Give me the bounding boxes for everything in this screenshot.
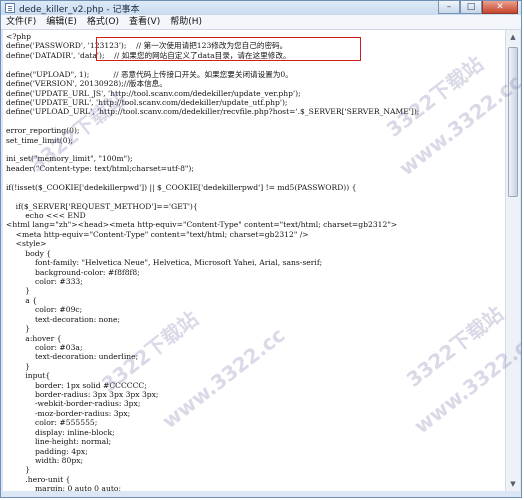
code-line: padding: 4px; bbox=[6, 446, 88, 456]
menu-bar: 文件(F) 编辑(E) 格式(O) 查看(V) 帮助(H) bbox=[1, 15, 521, 30]
code-line: -moz-border-radius: 3px; bbox=[6, 408, 131, 418]
code-line: background-color: #f8f8f8; bbox=[6, 267, 140, 277]
scroll-down-arrow-icon[interactable]: ▼ bbox=[506, 477, 520, 491]
notepad-window: dede_killer_v2.php - 记事本 – □ ✕ 文件(F) 编辑(… bbox=[0, 0, 522, 498]
code-line: margin: 0 auto 0 auto; bbox=[6, 484, 122, 491]
code-line: } bbox=[6, 324, 31, 334]
code-line: color: #333; bbox=[6, 276, 83, 286]
code-line: -webkit-border-radius: 3px; bbox=[6, 399, 141, 409]
menu-view[interactable]: 查看(V) bbox=[124, 15, 165, 29]
code-line: define('UPLOAD_URL', 'http://tool.scanv.… bbox=[6, 107, 420, 117]
code-line: ini_set("memory_limit", "100m"); bbox=[6, 154, 133, 164]
code-text: <?php define('PASSWORD', '123123'); // 第… bbox=[6, 32, 419, 491]
code-line: color: #555555; bbox=[6, 418, 98, 428]
notepad-icon bbox=[5, 3, 15, 13]
window-controls: – □ ✕ bbox=[438, 1, 518, 14]
code-line: if($_SERVER['REQUEST_METHOD']=='GET'){ bbox=[6, 201, 198, 211]
code-line: color: #03a; bbox=[6, 342, 83, 352]
code-line: body { bbox=[6, 248, 52, 258]
title-bar[interactable]: dede_killer_v2.php - 记事本 – □ ✕ bbox=[1, 1, 521, 15]
code-line: } bbox=[6, 361, 31, 371]
code-line: a:hover { bbox=[6, 333, 62, 343]
code-line: text-decoration: underline; bbox=[6, 352, 139, 362]
code-line: } bbox=[6, 286, 31, 296]
close-button[interactable]: ✕ bbox=[482, 1, 518, 14]
code-line: <style> bbox=[6, 239, 47, 249]
scroll-thumb[interactable] bbox=[508, 47, 518, 197]
vertical-scrollbar[interactable]: ▲ ▼ bbox=[505, 30, 520, 491]
code-line: echo <<< END bbox=[6, 211, 86, 221]
code-line: .hero-unit { bbox=[6, 474, 71, 484]
code-line: <meta http-equiv="Content-Type" content=… bbox=[6, 229, 309, 239]
code-line: line-height: normal; bbox=[6, 437, 112, 447]
maximize-button[interactable]: □ bbox=[460, 1, 482, 14]
code-line: } bbox=[6, 465, 31, 475]
code-line: width: 80px; bbox=[6, 455, 84, 465]
code-line: define("UPLOAD", 1); // 恶意代码上传接口开关。如果您要关… bbox=[6, 69, 293, 79]
menu-help[interactable]: 帮助(H) bbox=[165, 15, 207, 29]
code-line: border-radius: 3px 3px 3px 3px; bbox=[6, 390, 159, 400]
code-line: text-decoration: none; bbox=[6, 314, 121, 324]
code-line: set_time_limit(0); bbox=[6, 135, 74, 145]
code-line: a { bbox=[6, 295, 38, 305]
code-line: border: 1px solid #CCCCCC; bbox=[6, 380, 147, 390]
code-line: header("Content-type: text/html;charset=… bbox=[6, 163, 194, 173]
text-editor-area[interactable]: <?php define('PASSWORD', '123123'); // 第… bbox=[3, 30, 506, 491]
code-line: font-family: "Helvetica Neue", Helvetica… bbox=[6, 258, 323, 268]
code-line: display: inline-block; bbox=[6, 427, 115, 437]
scroll-up-arrow-icon[interactable]: ▲ bbox=[506, 30, 520, 44]
code-line: define('UPDATE_URL', 'http://tool.scanv.… bbox=[6, 97, 288, 107]
window-title: dede_killer_v2.php - 记事本 bbox=[19, 5, 140, 15]
code-line: if(!isset($_COOKIE['dedekillerpwd']) || … bbox=[6, 182, 357, 192]
code-line: input{ bbox=[6, 371, 51, 381]
menu-format[interactable]: 格式(O) bbox=[82, 15, 124, 29]
highlight-annotation-box bbox=[96, 37, 361, 61]
code-line: define('UPDATE_URL_JS', 'http://tool.sca… bbox=[6, 88, 301, 98]
minimize-button[interactable]: – bbox=[438, 1, 460, 14]
code-line: define('VERSION', 20130928);//版本信息。 bbox=[6, 79, 167, 89]
menu-file[interactable]: 文件(F) bbox=[1, 15, 41, 29]
code-line: color: #09c; bbox=[6, 305, 83, 315]
menu-edit[interactable]: 编辑(E) bbox=[41, 15, 82, 29]
code-line: error_reporting(0); bbox=[6, 126, 80, 136]
code-line: <html lang="zh"><head><meta http-equiv="… bbox=[6, 220, 398, 230]
code-line: <?php bbox=[6, 32, 32, 41]
